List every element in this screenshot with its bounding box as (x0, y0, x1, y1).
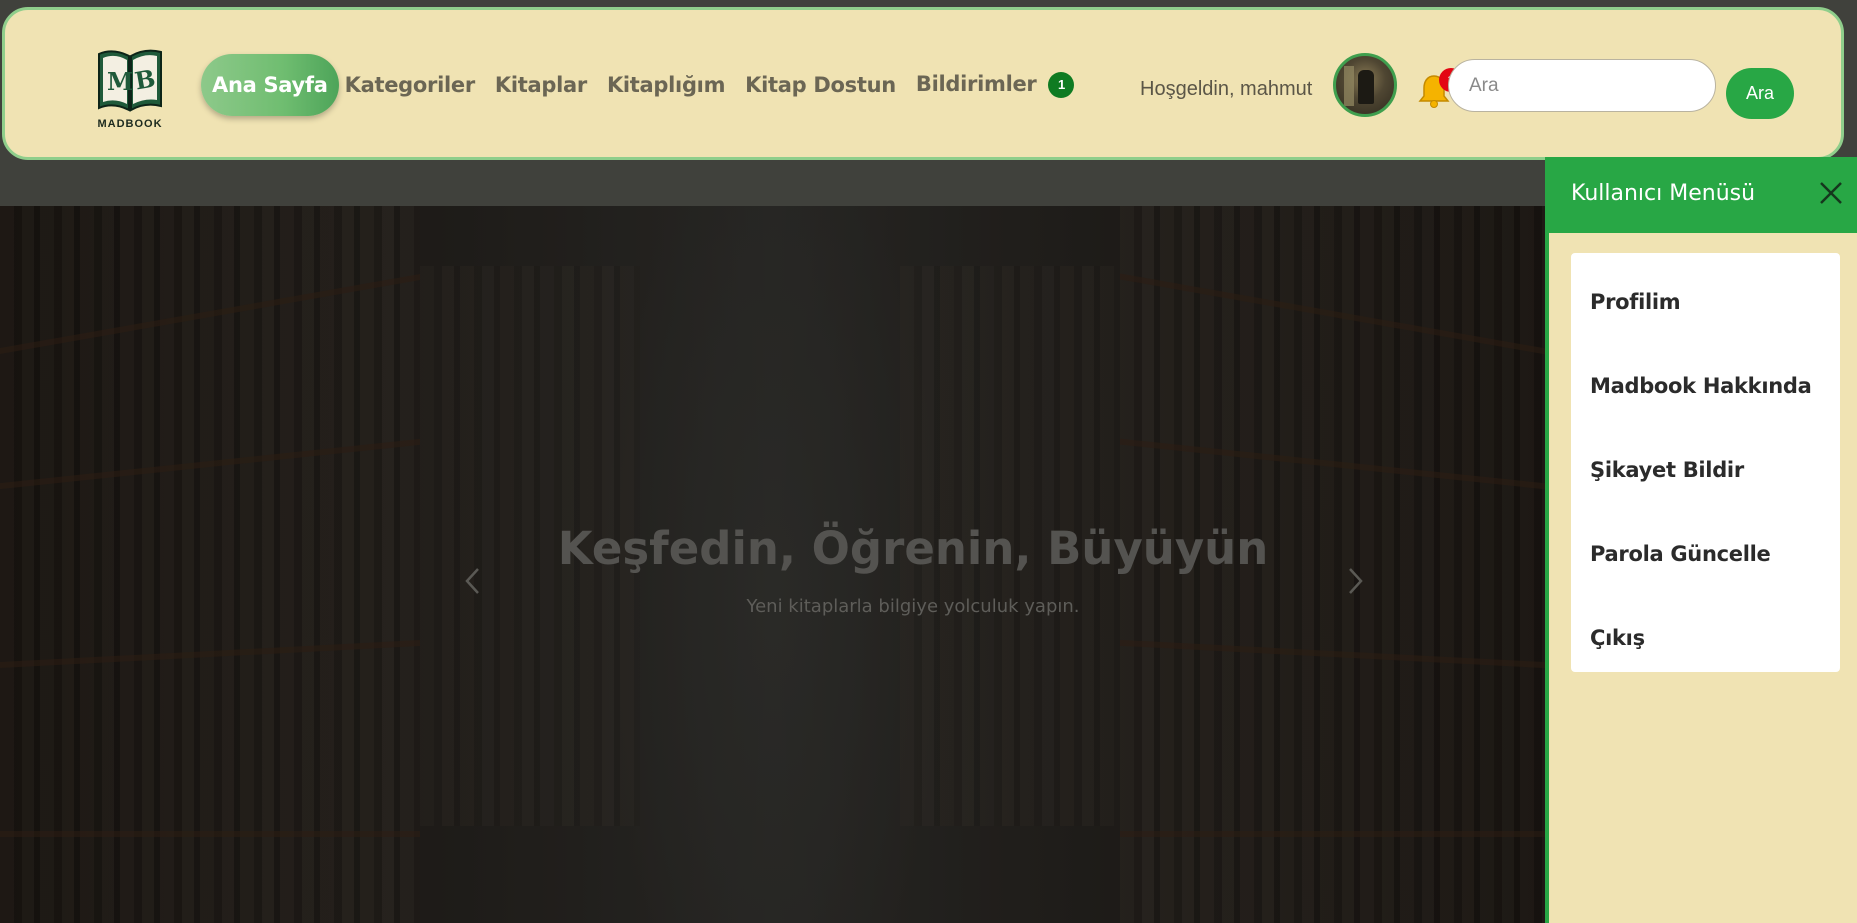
welcome-text: Hoşgeldin, mahmut (1140, 78, 1313, 100)
menu-item-profile[interactable]: Profilim (1571, 267, 1840, 351)
user-menu-panel: Kullanıcı Menüsü Profilim Madbook Hakkın… (1545, 157, 1857, 923)
nav-book-friend[interactable]: Kitap Dostun (745, 73, 896, 97)
user-menu-title: Kullanıcı Menüsü (1571, 181, 1756, 206)
nav-home[interactable]: Ana Sayfa (201, 54, 339, 116)
menu-item-about[interactable]: Madbook Hakkında (1571, 351, 1840, 435)
main-nav: Ana Sayfa Kategoriler Kitaplar Kitaplığı… (201, 54, 1094, 116)
search-button[interactable]: Ara (1726, 68, 1794, 119)
brand-logo[interactable]: M B MADBOOK (93, 46, 167, 134)
nav-my-library[interactable]: Kitaplığım (607, 73, 726, 97)
menu-item-logout[interactable]: Çıkış (1571, 603, 1840, 687)
notifications-count-badge: 1 (1048, 72, 1075, 98)
nav-books[interactable]: Kitaplar (495, 73, 587, 97)
search-input[interactable] (1448, 59, 1716, 112)
svg-text:M: M (107, 67, 134, 96)
menu-item-report[interactable]: Şikayet Bildir (1571, 435, 1840, 519)
nav-notifications[interactable]: Bildirimler 1 (916, 72, 1075, 98)
nav-notifications-label: Bildirimler (915, 72, 1037, 96)
menu-item-change-password[interactable]: Parola Güncelle (1571, 519, 1840, 603)
brand-name: MADBOOK (97, 118, 163, 130)
user-menu-header: Kullanıcı Menüsü (1549, 157, 1857, 233)
nav-categories[interactable]: Kategoriler (345, 73, 476, 97)
navbar: M B MADBOOK Ana Sayfa Kategoriler Kitapl… (2, 7, 1844, 160)
user-menu-list: Profilim Madbook Hakkında Şikayet Bildir… (1571, 253, 1840, 672)
book-logo-icon: M B (98, 49, 162, 112)
close-menu-button[interactable] (1815, 177, 1847, 209)
avatar[interactable] (1333, 53, 1397, 117)
close-icon (1820, 182, 1842, 204)
